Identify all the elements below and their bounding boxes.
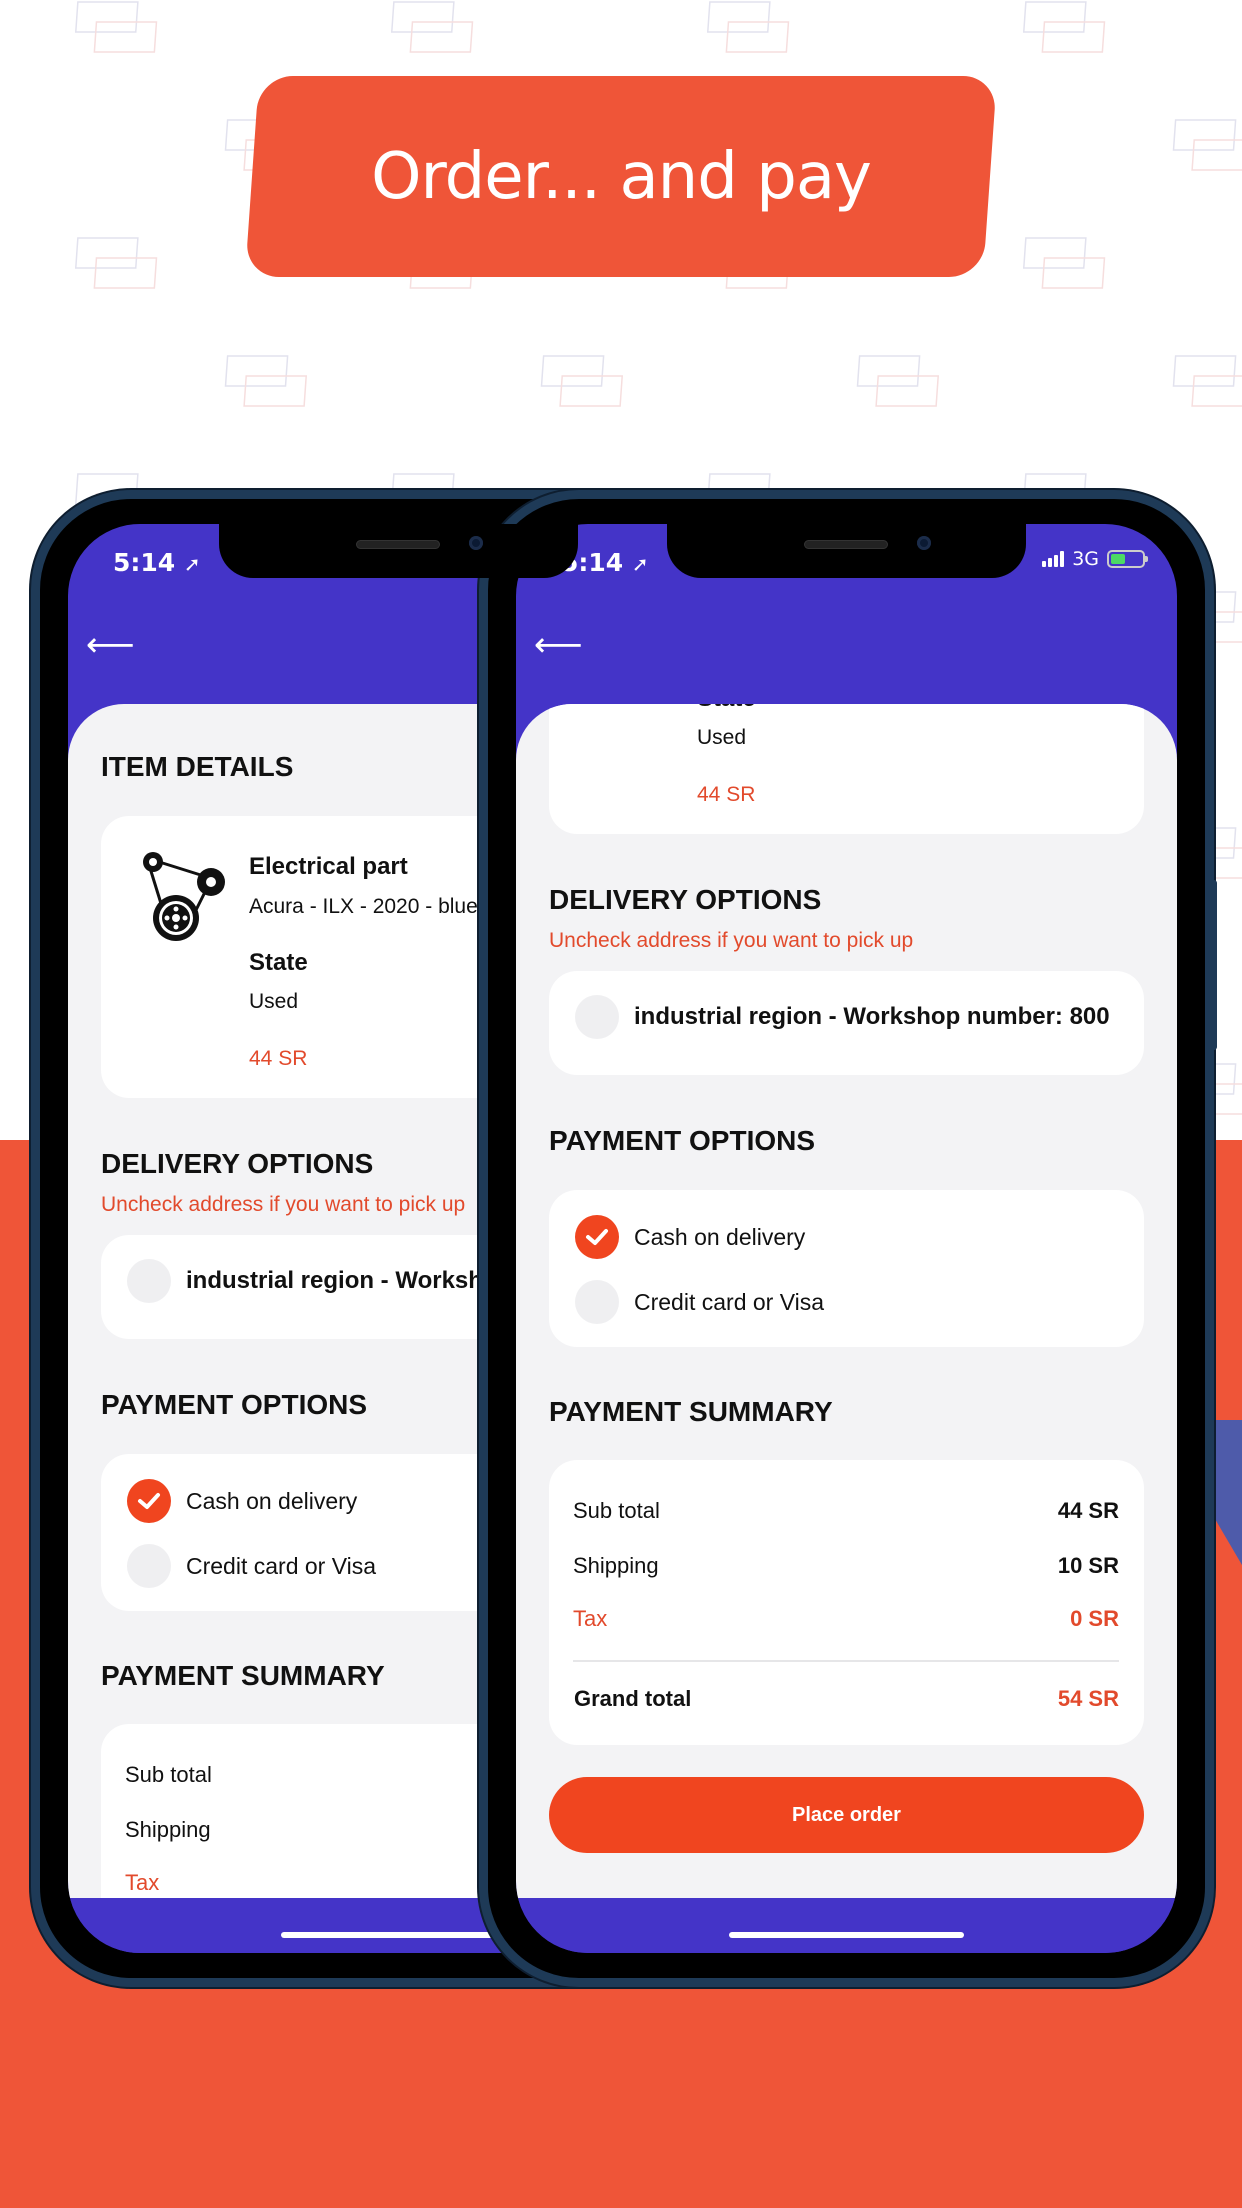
credit-card-option-label[interactable]: Credit card or Visa [186,1548,376,1584]
credit-card-option-label[interactable]: Credit card or Visa [634,1284,824,1320]
grand-total-label: Grand total [574,1686,692,1711]
notch [219,524,578,578]
subtotal-label: Sub total [573,1498,660,1523]
home-indicator[interactable] [729,1932,964,1938]
address-checkbox[interactable] [127,1259,171,1303]
credit-card-checkbox[interactable] [575,1280,619,1324]
item-name: Electrical part [249,853,408,880]
battery-charging-icon [1107,550,1148,568]
delivery-heading: DELIVERY OPTIONS [549,884,822,915]
payment-options-heading: PAYMENT OPTIONS [549,1125,816,1156]
belt-pulley-icon [143,852,225,941]
bottom-bar [516,1898,1177,1953]
location-arrow-icon: ➚ [631,552,649,576]
camera [917,536,931,550]
status-icons: 3G [1042,548,1148,570]
state-value: Used [249,990,299,1013]
item-price: 44 SR [249,1047,308,1070]
arrow-left-icon: ⟵ [534,626,583,664]
notch [667,524,1026,578]
summary-divider [573,1660,1119,1662]
cash-option-label[interactable]: Cash on delivery [634,1219,805,1255]
item-details-heading: ITEM DETAILS [101,751,294,782]
tax-label: Tax [573,1606,608,1631]
shipping-label: Shipping [573,1553,659,1578]
speaker [356,540,440,549]
back-button[interactable]: ⟵ [86,626,135,664]
address-checkbox[interactable] [575,995,619,1039]
status-time: 5:14 ➚ [113,546,201,581]
payment-summary-heading: PAYMENT SUMMARY [549,1396,833,1427]
check-icon [586,1229,608,1245]
subtotal-label: Sub total [125,1762,212,1787]
item-price: 44 SR [697,783,756,806]
place-order-button[interactable]: Place order [549,1777,1144,1853]
signal-icon [1042,551,1065,567]
camera [469,536,483,550]
back-button[interactable]: ⟵ [534,626,583,664]
arrow-left-icon: ⟵ [86,626,135,664]
credit-card-checkbox[interactable] [127,1544,171,1588]
location-arrow-icon: ➚ [183,552,201,576]
cash-option-label[interactable]: Cash on delivery [186,1483,357,1519]
content-column: ITEM DETAILS Electrical part Acura - ILX… [516,704,1177,1898]
grand-total-value: 54 SR [1057,1686,1119,1711]
network-label: 3G [1072,548,1099,570]
item-description: Acura - ILX - 2020 - blue [249,895,478,918]
tax-value: 0 SR [1070,1606,1119,1631]
banner-title: Order... and pay [371,139,872,214]
delivery-hint: Uncheck address if you want to pick up [549,929,914,952]
delivery-hint: Uncheck address if you want to pick up [101,1193,466,1216]
payment-options-heading: PAYMENT OPTIONS [101,1389,368,1420]
item-card [549,704,1144,834]
phone-right: 5:14 ➚ 3G ⟵ ITEM DETAILS Electrical part… [479,490,1214,1987]
state-label: State [249,949,308,976]
payment-options-card [549,1190,1144,1347]
home-indicator[interactable] [281,1932,516,1938]
phone-screen: 5:14 ➚ 3G ⟵ ITEM DETAILS Electrical part… [516,524,1177,1953]
cash-checkbox[interactable] [127,1479,171,1523]
state-label: State [697,704,756,717]
speaker [804,540,888,549]
cash-checkbox[interactable] [575,1215,619,1259]
subtotal-value: 44 SR [1057,1498,1119,1523]
address-label[interactable]: industrial region - Workshop number: 800 [634,999,1110,1035]
time-text: 5:14 [113,548,176,577]
delivery-heading: DELIVERY OPTIONS [101,1148,374,1179]
shipping-label: Shipping [125,1817,211,1842]
check-icon [138,1493,160,1509]
content-sheet[interactable]: ITEM DETAILS Electrical part Acura - ILX… [516,704,1177,1898]
phone-side-button [1209,880,1217,1050]
shipping-value: 10 SR [1057,1553,1119,1578]
state-value: Used [697,726,747,749]
payment-summary-heading: PAYMENT SUMMARY [101,1660,385,1691]
tax-label: Tax [125,1870,160,1895]
